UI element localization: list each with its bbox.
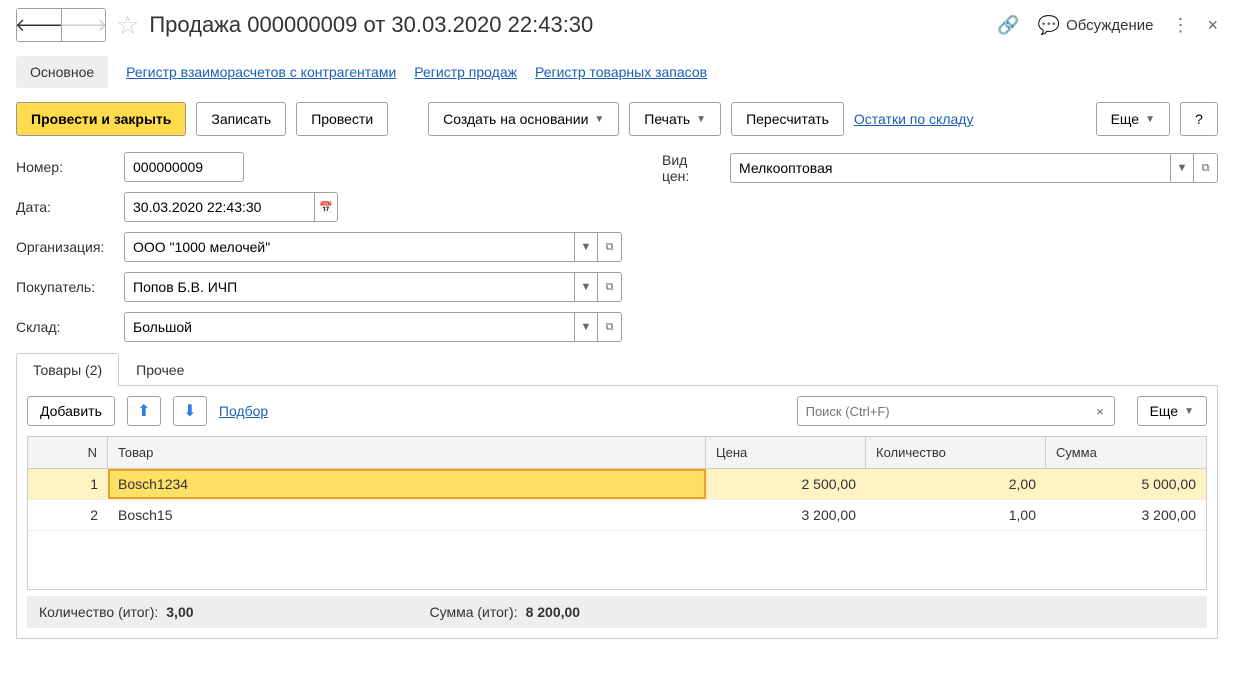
search-input[interactable] (797, 396, 1087, 426)
print-label: Печать (644, 111, 690, 127)
clear-search-button[interactable]: × (1087, 396, 1115, 426)
date-field[interactable] (124, 192, 314, 222)
calendar-icon[interactable]: 📅 (314, 192, 338, 222)
warehouse-field[interactable] (124, 312, 574, 342)
nav-reg-sales[interactable]: Регистр продаж (414, 64, 517, 80)
post-button[interactable]: Провести (296, 102, 388, 136)
col-sum[interactable]: Сумма (1046, 437, 1206, 468)
arrow-down-icon: ⬇ (183, 401, 196, 421)
date-label: Дата: (16, 199, 116, 215)
close-icon: × (1096, 404, 1104, 419)
col-name[interactable]: Товар (108, 437, 706, 468)
dropdown-icon[interactable]: ▼ (574, 232, 598, 262)
back-button[interactable]: 🡐 (17, 9, 61, 41)
cell-sum: 5 000,00 (1046, 469, 1206, 499)
more-menu-icon[interactable]: ⋮ (1171, 15, 1189, 36)
cell-name[interactable]: Bosch1234 (108, 469, 706, 499)
total-qty-label: Количество (итог): (39, 604, 158, 620)
link-icon[interactable]: 🔗 (997, 15, 1019, 36)
nav-reg-settlements[interactable]: Регистр взаиморасчетов с контрагентами (126, 64, 396, 80)
save-button[interactable]: Записать (196, 102, 286, 136)
panel-more-button[interactable]: Еще ▼ (1137, 396, 1207, 426)
nav-main[interactable]: Основное (16, 56, 108, 88)
cell-qty: 2,00 (866, 469, 1046, 499)
nav-buttons: 🡐 🡒 (16, 8, 106, 42)
pricetype-field[interactable] (730, 153, 1170, 183)
add-row-button[interactable]: Добавить (27, 396, 115, 426)
open-icon[interactable]: ⧉ (1194, 153, 1218, 183)
tab-other[interactable]: Прочее (119, 353, 201, 386)
chevron-down-icon: ▼ (1184, 406, 1194, 417)
col-n[interactable]: N (28, 437, 108, 468)
dropdown-icon[interactable]: ▼ (574, 312, 598, 342)
org-field[interactable] (124, 232, 574, 262)
open-icon[interactable]: ⧉ (598, 312, 622, 342)
forward-button[interactable]: 🡒 (61, 9, 105, 41)
stock-balance-link[interactable]: Остатки по складу (854, 111, 974, 127)
nav-reg-stock[interactable]: Регистр товарных запасов (535, 64, 707, 80)
col-qty[interactable]: Количество (866, 437, 1046, 468)
close-icon[interactable]: × (1207, 15, 1218, 36)
pick-link[interactable]: Подбор (219, 403, 268, 419)
post-and-close-button[interactable]: Провести и закрыть (16, 102, 186, 136)
recalc-button[interactable]: Пересчитать (731, 102, 844, 136)
dropdown-icon[interactable]: ▼ (574, 272, 598, 302)
goods-table: N Товар Цена Количество Сумма 1 Bosch123… (27, 436, 1207, 590)
chevron-down-icon: ▼ (594, 114, 604, 125)
move-up-button[interactable]: ⬆ (127, 396, 161, 426)
total-qty-value: 3,00 (166, 604, 193, 620)
open-icon[interactable]: ⧉ (598, 272, 622, 302)
discuss-label: Обсуждение (1066, 17, 1153, 34)
chevron-down-icon: ▼ (696, 114, 706, 125)
panel-more-label: Еще (1150, 403, 1179, 419)
favorite-star-icon[interactable]: ☆ (116, 10, 139, 41)
more-label: Еще (1111, 111, 1140, 127)
org-label: Организация: (16, 239, 116, 255)
discuss-button[interactable]: 💬 Обсуждение (1038, 15, 1154, 36)
buyer-label: Покупатель: (16, 279, 116, 295)
print-button[interactable]: Печать ▼ (629, 102, 721, 136)
warehouse-label: Склад: (16, 319, 116, 335)
create-based-label: Создать на основании (443, 111, 588, 127)
create-based-button[interactable]: Создать на основании ▼ (428, 102, 619, 136)
total-sum-value: 8 200,00 (526, 604, 581, 620)
cell-qty: 1,00 (866, 500, 1046, 530)
arrow-up-icon: ⬆ (137, 401, 150, 421)
table-row[interactable]: 2 Bosch15 3 200,00 1,00 3 200,00 (28, 500, 1206, 531)
cell-sum: 3 200,00 (1046, 500, 1206, 530)
cell-name[interactable]: Bosch15 (108, 500, 706, 530)
tab-goods[interactable]: Товары (2) (16, 353, 119, 386)
chevron-down-icon: ▼ (1145, 114, 1155, 125)
totals-bar: Количество (итог): 3,00 Сумма (итог): 8 … (27, 596, 1207, 628)
open-icon[interactable]: ⧉ (598, 232, 622, 262)
number-field[interactable] (124, 152, 244, 182)
dropdown-icon[interactable]: ▼ (1170, 153, 1194, 183)
cell-n: 1 (28, 469, 108, 499)
pricetype-label: Вид цен: (662, 152, 718, 184)
table-row[interactable]: 1 Bosch1234 2 500,00 2,00 5 000,00 (28, 469, 1206, 500)
page-title: Продажа 000000009 от 30.03.2020 22:43:30 (149, 12, 997, 38)
col-price[interactable]: Цена (706, 437, 866, 468)
more-button[interactable]: Еще ▼ (1096, 102, 1170, 136)
arrow-right-icon: 🡒 (59, 15, 106, 36)
buyer-field[interactable] (124, 272, 574, 302)
arrow-left-icon: 🡐 (16, 15, 63, 36)
chat-icon: 💬 (1038, 15, 1060, 36)
number-label: Номер: (16, 159, 116, 175)
cell-n: 2 (28, 500, 108, 530)
move-down-button[interactable]: ⬇ (173, 396, 207, 426)
help-button[interactable]: ? (1180, 102, 1218, 136)
cell-price: 2 500,00 (706, 469, 866, 499)
total-sum-label: Сумма (итог): (430, 604, 518, 620)
cell-price: 3 200,00 (706, 500, 866, 530)
